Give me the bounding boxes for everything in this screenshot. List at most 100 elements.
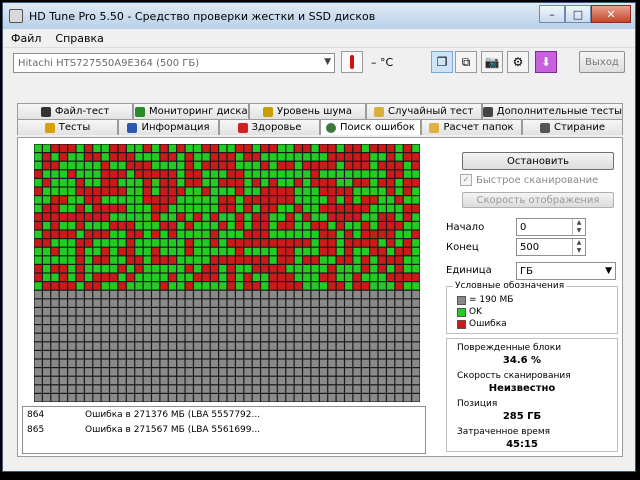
scan-block xyxy=(76,282,84,290)
scan-block xyxy=(319,342,328,350)
scan-block xyxy=(135,161,143,170)
minimize-button[interactable]: – xyxy=(539,5,565,23)
position-value: 285 ГБ xyxy=(502,411,542,422)
scan-block xyxy=(59,222,67,230)
scan-block xyxy=(210,187,219,195)
tab-folder-usage[interactable]: Расчет папок xyxy=(421,119,522,135)
fast-scan-checkbox[interactable]: ✓ Быстрое сканирование xyxy=(460,174,598,186)
scan-block xyxy=(269,213,277,221)
scan-block xyxy=(210,273,219,281)
tab-error-scan[interactable]: Поиск ошибок xyxy=(320,119,421,135)
maximize-button[interactable]: □ xyxy=(565,5,591,23)
scan-block xyxy=(51,153,59,161)
scan-block xyxy=(160,196,168,204)
log-message: Ошибка в 271567 МБ (LBA 5561699... xyxy=(85,424,261,435)
scan-block xyxy=(152,247,160,256)
scan-block xyxy=(34,204,42,213)
scan-block xyxy=(194,385,202,393)
scan-block xyxy=(361,368,370,376)
end-input[interactable]: 500 ▲ ▼ xyxy=(516,238,586,256)
scan-block xyxy=(42,385,51,393)
menu-file[interactable]: Файл xyxy=(11,32,41,45)
tab-random-test[interactable]: Случайный тест xyxy=(365,103,482,119)
tab-label: Случайный тест xyxy=(388,106,474,117)
scan-block xyxy=(286,204,294,213)
scan-block xyxy=(403,333,412,342)
tab-health[interactable]: Здоровье xyxy=(219,119,320,135)
display-speed-button[interactable]: Скорость отображения xyxy=(462,192,614,208)
scan-block xyxy=(84,299,93,307)
scan-block xyxy=(84,273,93,281)
scan-block xyxy=(210,308,219,316)
scan-block xyxy=(177,265,185,273)
scan-block xyxy=(395,325,403,333)
scan-block xyxy=(160,351,168,359)
tab-extra-tests[interactable]: Дополнительные тесты xyxy=(481,103,623,119)
scan-block xyxy=(319,316,328,324)
scan-block xyxy=(244,316,252,324)
tab-disk-monitor[interactable]: Мониторинг диска xyxy=(133,103,250,119)
scan-block xyxy=(110,247,118,256)
scan-block xyxy=(68,196,76,204)
scan-block xyxy=(353,247,361,256)
scan-block xyxy=(126,385,135,393)
scan-block xyxy=(336,187,344,195)
scan-block xyxy=(34,325,42,333)
error-log[interactable]: 864 Ошибка в 271376 МБ (LBA 5557792... 8… xyxy=(22,406,426,454)
scan-block xyxy=(277,239,286,247)
start-input[interactable]: 0 ▲ ▼ xyxy=(516,218,586,236)
scan-block xyxy=(93,385,101,393)
tab-erase[interactable]: Стирание xyxy=(522,119,623,135)
scan-block xyxy=(403,368,412,376)
menu-help[interactable]: Справка xyxy=(55,32,103,45)
scan-block xyxy=(194,325,202,333)
scan-block xyxy=(387,282,395,290)
title-bar: HD Tune Pro 5.50 - Средство проверки жес… xyxy=(3,3,635,29)
scan-block xyxy=(403,204,412,213)
scan-block xyxy=(126,342,135,350)
scan-block xyxy=(177,290,185,299)
scan-block xyxy=(353,333,361,342)
log-row[interactable]: 864 Ошибка в 271376 МБ (LBA 5557792... xyxy=(23,407,425,422)
exit-button[interactable]: Выход xyxy=(579,51,625,73)
scan-block xyxy=(303,187,311,195)
scan-block xyxy=(160,239,168,247)
spinner-arrows-icon[interactable]: ▲ ▼ xyxy=(572,239,585,255)
tab-info[interactable]: Информация xyxy=(118,119,219,135)
scan-block xyxy=(378,273,386,281)
scan-block xyxy=(202,247,210,256)
scan-block xyxy=(68,368,76,376)
scan-block xyxy=(403,213,412,221)
scan-block xyxy=(168,290,177,299)
scan-block xyxy=(412,368,420,376)
log-row[interactable]: 865 Ошибка в 271567 МБ (LBA 5561699... xyxy=(23,422,425,437)
close-button[interactable]: ✕ xyxy=(591,5,631,23)
disk-select[interactable]: Hitachi HTS727550A9E364 (500 ГБ) ▼ xyxy=(13,53,335,73)
spinner-arrows-icon[interactable]: ▲ ▼ xyxy=(572,219,585,235)
disk-select-value: Hitachi HTS727550A9E364 (500 ГБ) xyxy=(18,57,200,69)
copy-all-icon[interactable]: ⧉ xyxy=(455,51,477,73)
scan-block xyxy=(185,153,193,161)
tab-file-test[interactable]: Файл-тест xyxy=(17,103,134,119)
scan-block xyxy=(370,351,378,359)
scan-block xyxy=(84,230,93,238)
scan-block xyxy=(59,299,67,307)
scan-block xyxy=(168,230,177,238)
tab-benchmark[interactable]: Тесты xyxy=(17,119,118,135)
scan-block xyxy=(110,333,118,342)
scan-block xyxy=(93,196,101,204)
stop-button[interactable]: Остановить xyxy=(462,152,614,170)
scan-block xyxy=(84,247,93,256)
options-icon[interactable]: ⚙ xyxy=(507,51,529,73)
copy-icon[interactable]: ❐ xyxy=(431,51,453,73)
scan-block xyxy=(59,273,67,281)
unit-select[interactable]: ГБ ▼ xyxy=(516,262,616,280)
scan-block xyxy=(68,161,76,170)
save-icon[interactable]: ⬇ xyxy=(535,51,557,73)
camera-icon[interactable]: 📷 xyxy=(481,51,503,73)
scan-block xyxy=(244,265,252,273)
scan-block xyxy=(361,222,370,230)
scan-block xyxy=(345,179,353,187)
scan-block xyxy=(135,187,143,195)
tab-noise-level[interactable]: Уровень шума xyxy=(249,103,366,119)
